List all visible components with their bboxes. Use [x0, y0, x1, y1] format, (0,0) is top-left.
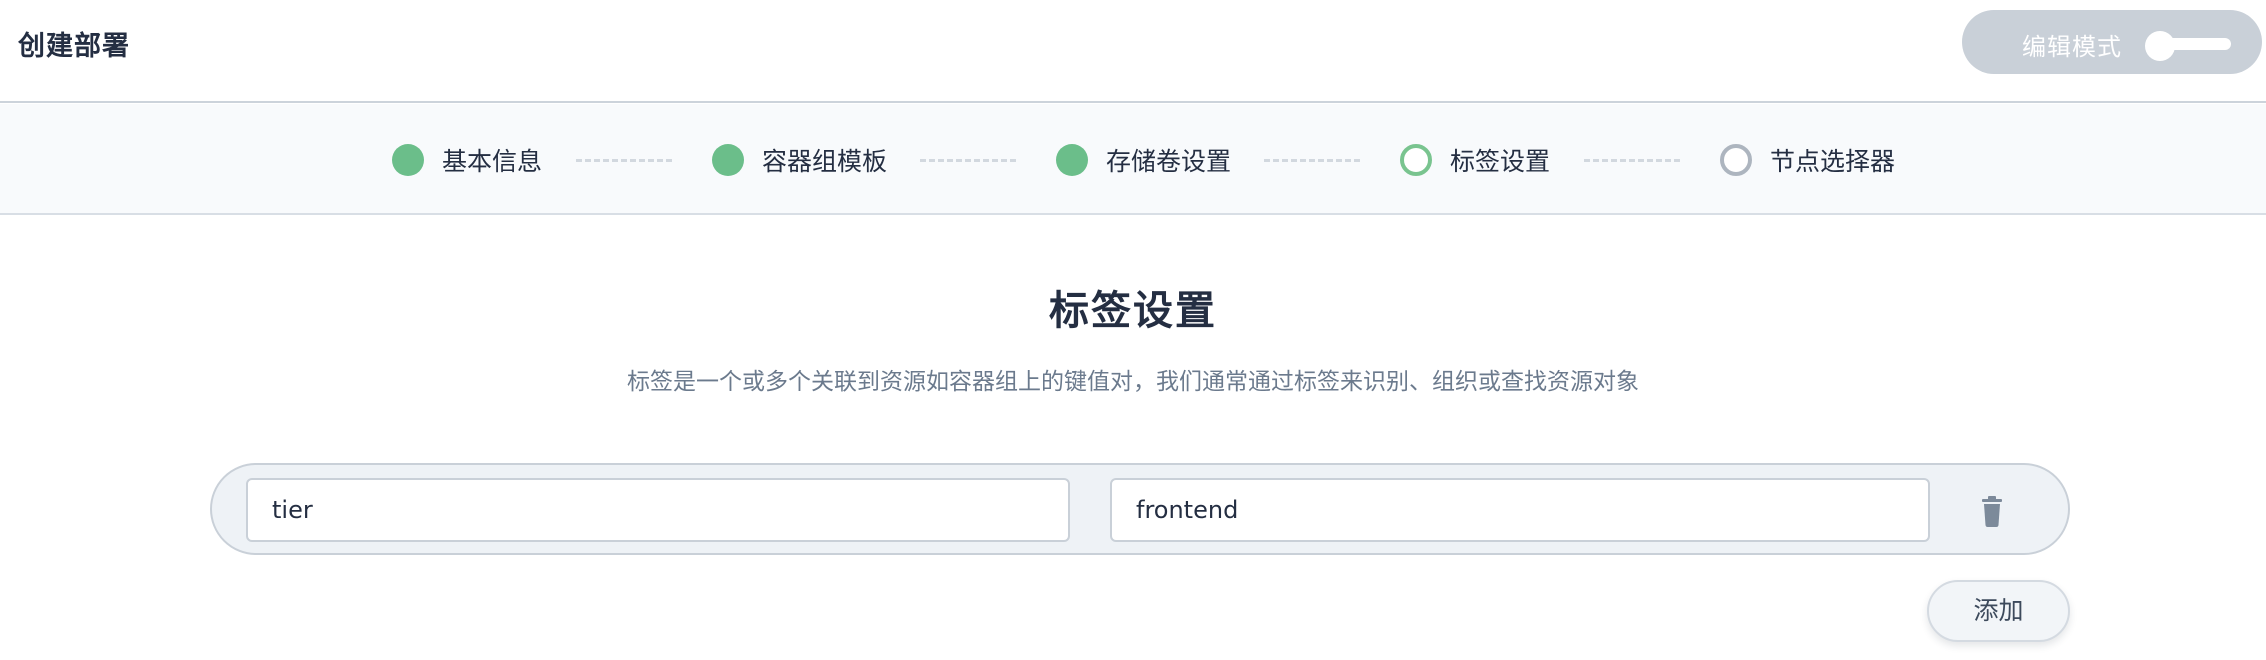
step-label-settings[interactable]: 标签设置 [1400, 142, 1550, 178]
step-separator [1584, 159, 1680, 162]
page-title-header: 创建部署 [18, 31, 130, 62]
trash-icon[interactable] [1974, 493, 2010, 529]
step-node-selector[interactable]: 节点选择器 [1720, 142, 1895, 178]
step-label: 标签设置 [1450, 147, 1551, 176]
label-row [210, 463, 2070, 555]
page-header: 创建部署 编辑模式 [0, 0, 2266, 103]
section-title: 标签设置 [1049, 288, 1217, 334]
step-separator [576, 159, 672, 162]
step-separator [1264, 159, 1360, 162]
step-pending-icon [1720, 144, 1752, 176]
section-description: 标签是一个或多个关联到资源如容器组上的键值对，我们通常通过标签来识别、组织或查找… [627, 369, 1639, 395]
step-basic-info[interactable]: 基本信息 [392, 142, 542, 178]
step-label: 基本信息 [442, 147, 543, 176]
step-separator [920, 159, 1016, 162]
step-current-icon [1400, 144, 1432, 176]
step-label: 容器组模板 [762, 147, 888, 176]
step-label: 存储卷设置 [1106, 147, 1232, 176]
step-done-icon [712, 144, 744, 176]
toggle-knob [2145, 31, 2175, 61]
add-label-button[interactable]: 添加 [1927, 580, 2070, 642]
edit-mode-label: 编辑模式 [2022, 33, 2122, 61]
edit-mode-toggle[interactable]: 编辑模式 [1962, 10, 2262, 74]
label-value-input[interactable] [1110, 478, 1930, 542]
step-done-icon [1056, 144, 1088, 176]
steps-bar: 基本信息 容器组模板 存储卷设置 标签设置 节点选择器 [0, 104, 2266, 215]
step-done-icon [392, 144, 424, 176]
step-volume-settings[interactable]: 存储卷设置 [1056, 142, 1231, 178]
step-pod-template[interactable]: 容器组模板 [712, 142, 887, 178]
label-key-input[interactable] [246, 478, 1070, 542]
step-label: 节点选择器 [1770, 147, 1896, 176]
